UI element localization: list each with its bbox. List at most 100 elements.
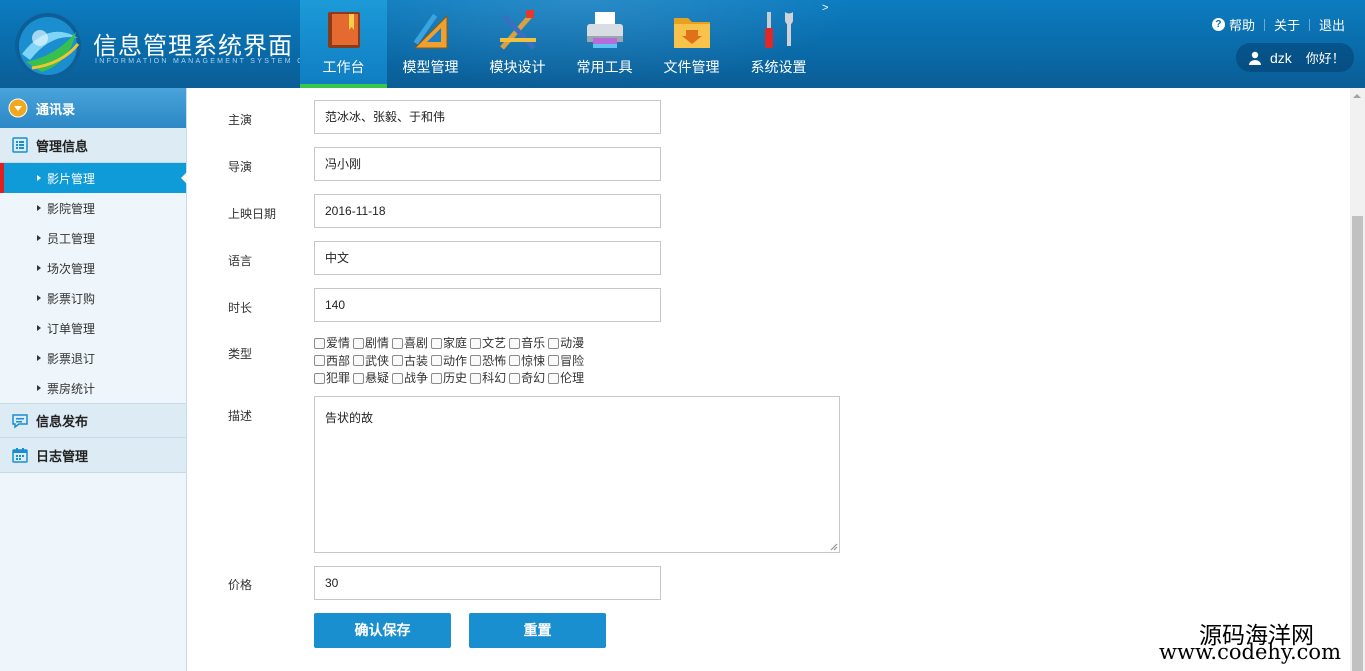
nav-tab-module-design[interactable]: 模块设计	[474, 0, 561, 88]
genre-checkbox-option[interactable]: 动作	[431, 353, 467, 369]
caret-right-icon	[37, 385, 41, 391]
checkbox-icon[interactable]	[470, 337, 482, 349]
checkbox-icon[interactable]	[470, 372, 482, 384]
genre-checkbox-option[interactable]: 悬疑	[353, 370, 389, 386]
genre-checkbox-option[interactable]: 恐怖	[470, 353, 506, 369]
checkbox-icon[interactable]	[431, 337, 443, 349]
director-field[interactable]: 冯小刚	[314, 147, 661, 181]
price-field[interactable]: 30	[314, 566, 661, 600]
genre-option-label: 动漫	[560, 336, 585, 350]
language-field[interactable]: 中文	[314, 241, 661, 275]
genre-option-label: 悬疑	[365, 371, 390, 385]
director-label: 导演	[228, 160, 253, 174]
sidebar-group-log-management[interactable]: 日志管理	[0, 438, 186, 473]
sidebar-item-label: 影票退订	[47, 351, 96, 366]
vertical-scrollbar[interactable]	[1350, 88, 1365, 671]
genre-checkbox-option[interactable]: 犯罪	[314, 370, 350, 386]
checkbox-icon[interactable]	[509, 337, 521, 349]
checkbox-icon[interactable]	[470, 355, 482, 366]
genre-checkbox-option[interactable]: 家庭	[431, 335, 467, 351]
nav-tab-workbench[interactable]: 工作台	[300, 0, 387, 88]
checkbox-icon[interactable]	[392, 355, 404, 366]
genre-checkbox-option[interactable]: 战争	[392, 370, 428, 386]
sidebar-group-management-info[interactable]: 管理信息	[0, 128, 186, 163]
nav-tab-file-management[interactable]: 文件管理	[648, 0, 735, 88]
genre-checkbox-option[interactable]: 科幻	[470, 370, 506, 386]
sidebar-item-film-management[interactable]: 影片管理	[0, 163, 187, 193]
actors-field[interactable]: 范冰冰、张毅、于和伟	[314, 100, 661, 134]
sidebar-item-order-management[interactable]: 订单管理	[0, 313, 186, 343]
checkbox-icon[interactable]	[392, 337, 404, 349]
sidebar-item-cinema-management[interactable]: 影院管理	[0, 193, 186, 223]
checkbox-icon[interactable]	[353, 372, 365, 384]
nav-tab-system-settings[interactable]: 系统设置	[735, 0, 822, 88]
scrollbar-thumb[interactable]	[1352, 216, 1363, 671]
nav-tab-common-tools[interactable]: 常用工具	[561, 0, 648, 88]
caret-right-icon	[37, 205, 41, 211]
genre-checkbox-option[interactable]: 冒险	[548, 353, 584, 369]
sidebar-group-contacts[interactable]: 通讯录	[0, 88, 186, 128]
checkbox-icon[interactable]	[431, 355, 443, 366]
genre-checkbox-option[interactable]: 爱情	[314, 335, 350, 351]
release-date-label: 上映日期	[228, 207, 277, 221]
sidebar-group-info-publish[interactable]: 信息发布	[0, 403, 186, 438]
checkbox-icon[interactable]	[509, 372, 521, 384]
resize-grip-icon[interactable]	[830, 543, 838, 551]
checkbox-icon[interactable]	[353, 337, 365, 349]
genre-checkbox-group: 爱情 剧情 喜剧 家庭 文艺 音乐 动漫西部 武侠 古装 动作 恐怖 惊悚 冒险犯罪 悬疑 战争 历史 科幻 奇幻…	[314, 335, 614, 388]
checkbox-icon[interactable]	[548, 372, 560, 384]
sidebar-item-box-office-stats[interactable]: 票房统计	[0, 373, 186, 403]
reset-button[interactable]: 重置	[469, 613, 606, 648]
save-button[interactable]: 确认保存	[314, 613, 451, 648]
sidebar-item-staff-management[interactable]: 员工管理	[0, 223, 186, 253]
genre-checkbox-option[interactable]: 文艺	[470, 335, 506, 351]
checkbox-icon[interactable]	[314, 372, 325, 384]
description-textarea[interactable]: 告状的故	[314, 396, 840, 553]
sidebar-item-ticket-refund[interactable]: 影票退订	[0, 343, 186, 373]
genre-checkbox-option[interactable]: 历史	[431, 370, 467, 386]
checkbox-icon[interactable]	[509, 355, 521, 366]
genre-checkbox-option[interactable]: 惊悚	[509, 353, 545, 369]
about-link[interactable]: 关于	[1274, 15, 1300, 34]
genre-option-label: 历史	[443, 371, 468, 385]
genre-checkbox-option[interactable]: 喜剧	[392, 335, 428, 351]
sidebar-group-label: 管理信息	[36, 138, 89, 154]
genre-checkbox-option[interactable]: 动漫	[548, 335, 584, 351]
sidebar-item-showtime-management[interactable]: 场次管理	[0, 253, 186, 283]
release-date-field[interactable]: 2016-11-18	[314, 194, 661, 228]
description-text: 告状的故	[325, 411, 374, 425]
checkbox-icon[interactable]	[431, 372, 443, 384]
genre-checkbox-option[interactable]: 古装	[392, 353, 428, 369]
duration-field[interactable]: 140	[314, 288, 661, 322]
calendar-icon	[12, 448, 28, 463]
genre-checkbox-option[interactable]: 剧情	[353, 335, 389, 351]
nav-tab-model-management[interactable]: 模型管理	[387, 0, 474, 88]
genre-checkbox-option[interactable]: 音乐	[509, 335, 545, 351]
genre-checkbox-option[interactable]: 武侠	[353, 353, 389, 369]
checkbox-icon[interactable]	[314, 337, 325, 349]
sidebar-item-ticket-booking[interactable]: 影票订购	[0, 283, 186, 313]
genre-option-label: 惊悚	[521, 353, 546, 368]
genre-option-label: 爱情	[326, 336, 351, 350]
help-icon: ?	[1211, 18, 1225, 31]
caret-right-icon	[37, 295, 41, 301]
sidebar: 通讯录 管理信息 影片管理 影院管理 员工管理 场次管理 影票订购 订单管理 影…	[0, 88, 187, 671]
user-badge[interactable]: dzk 你好！	[1236, 43, 1354, 72]
genre-checkbox-option[interactable]: 西部	[314, 353, 350, 369]
checkbox-icon[interactable]	[353, 355, 365, 366]
genre-option-label: 音乐	[521, 336, 546, 350]
genre-checkbox-option[interactable]: 伦理	[548, 370, 584, 386]
nav-more-button[interactable]: >	[822, 2, 828, 14]
checkbox-icon[interactable]	[392, 372, 404, 384]
logout-link[interactable]: 退出	[1319, 15, 1345, 34]
sidebar-item-label: 影院管理	[47, 201, 96, 216]
checkbox-icon[interactable]	[314, 355, 325, 366]
caret-right-icon	[37, 325, 41, 331]
nav-label: 常用工具	[576, 59, 633, 75]
checkbox-icon[interactable]	[548, 337, 560, 349]
help-link[interactable]: 帮助	[1229, 15, 1255, 34]
caret-right-icon	[37, 265, 41, 271]
scroll-up-arrow-icon[interactable]	[1353, 94, 1361, 98]
checkbox-icon[interactable]	[548, 355, 560, 366]
genre-checkbox-option[interactable]: 奇幻	[509, 370, 545, 386]
